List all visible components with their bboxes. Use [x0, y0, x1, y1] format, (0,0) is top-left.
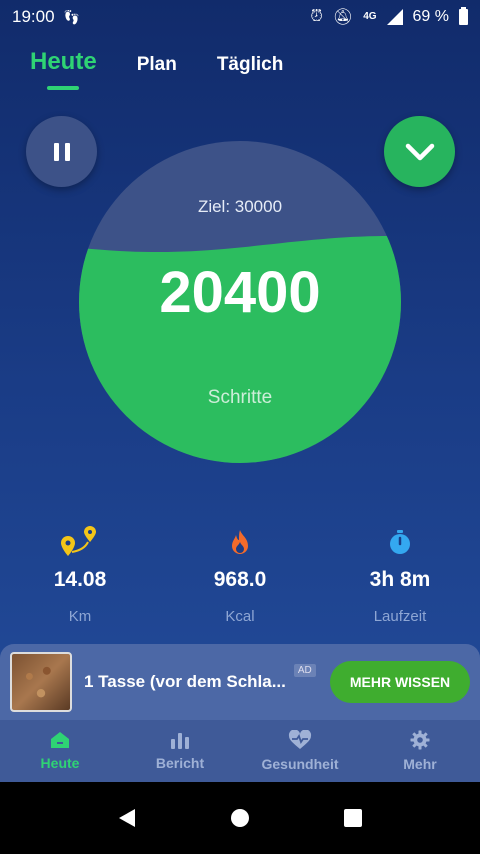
map-pin-route-icon: [61, 526, 96, 556]
bar-chart-icon: [171, 733, 189, 749]
stat-calories: 968.0 Kcal: [160, 526, 320, 625]
status-bar: 19:00 👣︎ ⏰︎ 🔕︎ 4G 69 %: [0, 0, 480, 34]
step-count: 20400: [159, 260, 321, 325]
home-icon: [51, 732, 69, 748]
chevron-down-icon: [405, 143, 434, 160]
nav-label-heute: Heute: [40, 755, 80, 771]
ad-badge: AD: [293, 664, 316, 677]
top-tabs: Heute Plan Täglich: [30, 48, 283, 76]
distance-label: Km: [68, 608, 92, 625]
status-time: 19:00: [12, 7, 55, 26]
stat-duration: 3h 8m Laufzeit: [320, 526, 480, 625]
calories-value: 968.0: [213, 568, 267, 591]
steps-unit-label: Schritte: [207, 387, 273, 408]
ad-banner[interactable]: 1 Tasse (vor dem Schla... AD MEHR WISSEN: [0, 644, 480, 720]
nav-label-bericht: Bericht: [155, 755, 205, 771]
nav-item-bericht[interactable]: Bericht: [120, 720, 240, 782]
bottom-nav: Heute Bericht Gesundheit Mehr: [0, 720, 480, 782]
home-circle-icon[interactable]: [230, 808, 250, 828]
duration-label: Laufzeit: [373, 608, 427, 625]
nav-item-mehr[interactable]: Mehr: [360, 720, 480, 782]
nav-item-gesundheit[interactable]: Gesundheit: [240, 720, 360, 782]
system-nav-bar: [0, 782, 480, 854]
nav-label-mehr: Mehr: [403, 756, 437, 772]
pause-icon-bar: [64, 142, 70, 161]
step-gauge: Ziel: 30000 20400 Schritte: [79, 141, 401, 463]
footprints-icon: 👣︎: [62, 8, 81, 25]
tab-heute[interactable]: Heute: [30, 48, 97, 76]
tab-taeglich[interactable]: Täglich: [217, 54, 284, 76]
pause-icon: [53, 142, 59, 161]
mute-icon: 🔕︎: [332, 9, 354, 26]
goal-label: Ziel: 30000: [197, 197, 283, 216]
duration-value: 3h 8m: [369, 568, 431, 591]
back-icon[interactable]: [117, 807, 137, 829]
ad-title: 1 Tasse (vor dem Schla...: [84, 672, 286, 691]
network-type: 4G: [363, 11, 377, 22]
recents-icon[interactable]: [343, 808, 363, 828]
calories-label: Kcal: [225, 608, 255, 625]
heart-pulse-icon: [288, 730, 312, 749]
stats-row: 14.08 Km 968.0 Kcal 3h 8m Laufzeit: [0, 526, 480, 625]
battery-icon: [459, 7, 468, 25]
signal-icon: [386, 9, 403, 25]
nav-item-heute[interactable]: Heute: [0, 720, 120, 782]
ad-cta-button[interactable]: MEHR WISSEN: [330, 661, 470, 703]
stat-distance: 14.08 Km: [0, 526, 160, 625]
battery-percent: 69 %: [412, 8, 449, 25]
alarm-icon: ⏰︎: [310, 8, 323, 25]
nav-label-gesundheit: Gesundheit: [261, 756, 339, 772]
stopwatch-icon: [390, 530, 410, 554]
tab-plan[interactable]: Plan: [137, 54, 177, 76]
gear-icon: [410, 730, 430, 750]
ad-thumbnail: [10, 652, 72, 712]
flame-icon: [232, 530, 248, 554]
distance-value: 14.08: [53, 568, 107, 591]
